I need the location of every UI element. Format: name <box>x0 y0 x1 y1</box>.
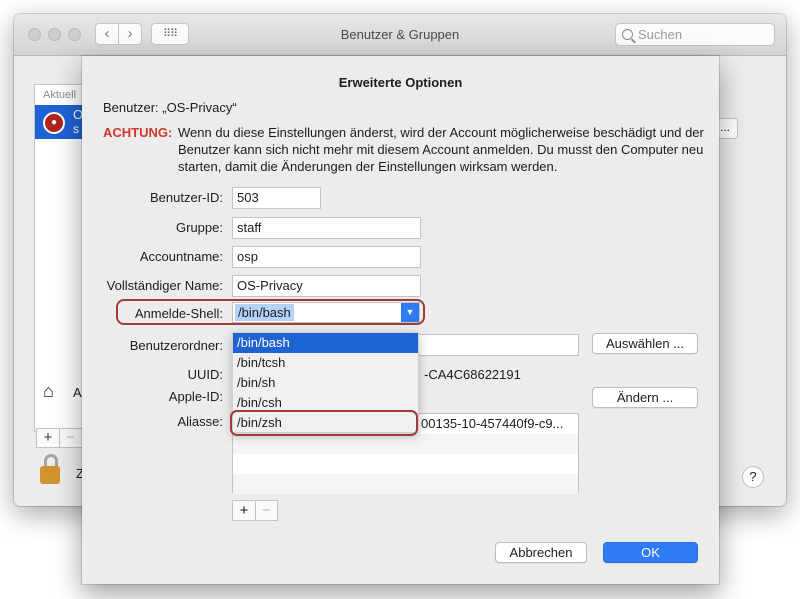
user-avatar: ● <box>43 112 65 134</box>
alias-row <box>233 454 578 474</box>
help-button[interactable]: ? <box>742 466 764 488</box>
uuid-value: -CA4C68622191 <box>424 367 521 382</box>
remove-alias-button[interactable]: − <box>255 501 277 520</box>
shell-option-bash[interactable]: /bin/bash <box>233 333 418 353</box>
group-field[interactable]: staff <box>232 217 421 239</box>
full-name-field[interactable]: OS-Privacy <box>232 275 421 297</box>
warning-text: Wenn du diese Einstellungen änderst, wir… <box>178 125 704 174</box>
apple-id-label: Apple-ID: <box>168 389 223 404</box>
alias-row <box>233 474 578 494</box>
advanced-options-sheet: Erweiterte Optionen Benutzer: „OS-Privac… <box>82 56 719 584</box>
highlight-zsh-option <box>230 410 418 436</box>
home-icon: ⌂ <box>43 381 54 401</box>
account-name-label: Accountname: <box>139 249 223 264</box>
search-field[interactable]: Suchen <box>615 23 775 46</box>
user-label: Benutzer: „OS-Privacy“ <box>103 100 237 115</box>
shell-option-sh[interactable]: /bin/sh <box>233 373 418 393</box>
highlight-shell-field <box>116 299 425 325</box>
sheet-title: Erweiterte Optionen <box>338 75 463 90</box>
sidebar-header: Aktuell <box>43 89 77 101</box>
sidebar-add-remove: + − <box>36 428 84 448</box>
home-folder-label: Benutzerordner: <box>129 338 223 353</box>
warning: ACHTUNG: Wenn du diese Einstellungen änd… <box>103 124 708 175</box>
add-user-button[interactable]: + <box>37 429 59 447</box>
selected-user-role: s <box>73 122 79 136</box>
alias-add-remove: + − <box>232 500 278 521</box>
search-icon <box>622 29 633 40</box>
choose-button[interactable]: Auswählen ... <box>592 333 698 354</box>
add-alias-button[interactable]: + <box>233 501 255 520</box>
user-id-field[interactable]: 503 <box>232 187 321 209</box>
uuid-label: UUID: <box>187 367 223 382</box>
account-name-field[interactable]: osp <box>232 246 421 268</box>
titlebar: ‹ › ⠿⠿ Benutzer & Gruppen Suchen <box>14 14 786 56</box>
alias-value: 00135-10-457440f9-c9... <box>421 416 564 431</box>
user-id-label: Benutzer-ID: <box>150 190 223 205</box>
search-placeholder: Suchen <box>638 27 683 42</box>
group-label: Gruppe: <box>176 220 223 235</box>
aliases-label: Aliasse: <box>177 414 223 429</box>
shell-option-tcsh[interactable]: /bin/tcsh <box>233 353 418 373</box>
cancel-button[interactable]: Abbrechen <box>495 542 587 563</box>
alias-row <box>233 434 578 454</box>
remove-user-button[interactable]: − <box>59 429 81 447</box>
lock-icon[interactable] <box>40 454 60 484</box>
ok-button[interactable]: OK <box>603 542 698 563</box>
warning-label: ACHTUNG: <box>103 125 173 140</box>
full-name-label: Vollständiger Name: <box>106 278 223 293</box>
change-apple-id-button[interactable]: Ändern ... <box>592 387 698 408</box>
login-options-label[interactable]: A <box>73 385 82 400</box>
